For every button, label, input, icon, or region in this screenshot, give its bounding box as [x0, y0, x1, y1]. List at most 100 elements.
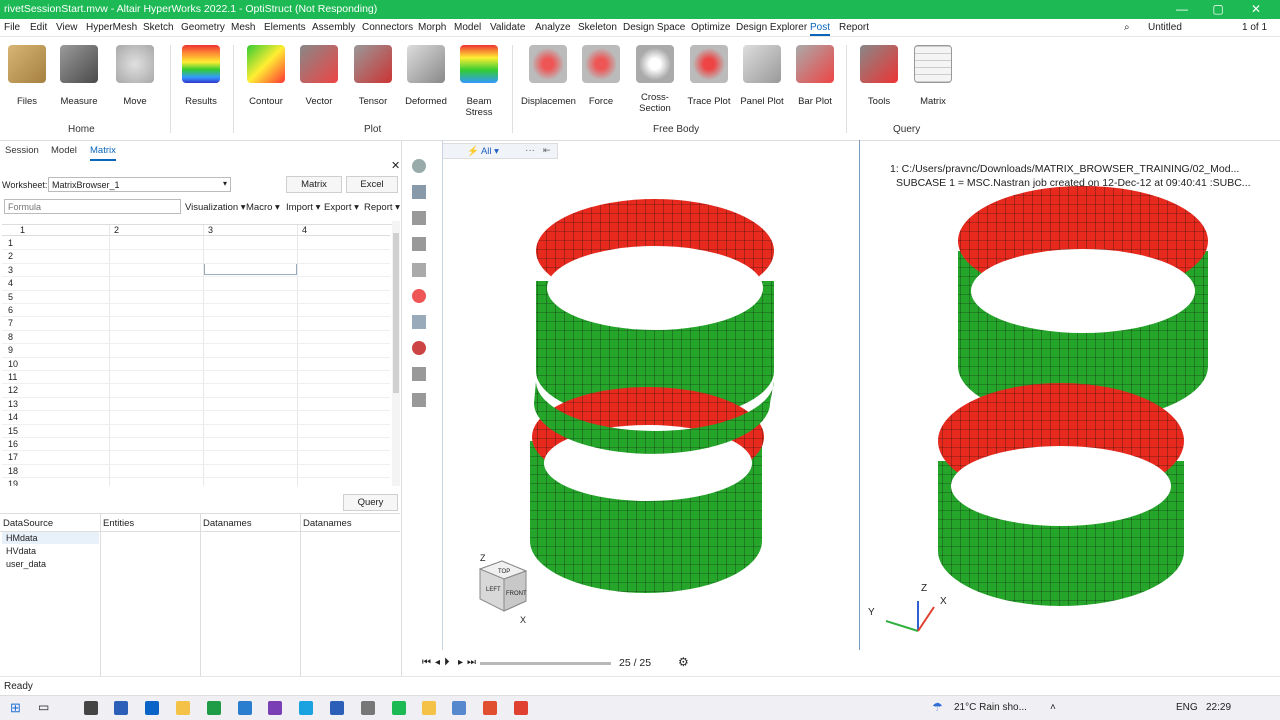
files-button[interactable]: Files: [0, 45, 54, 107]
menu-sketch[interactable]: Sketch: [143, 22, 174, 33]
matrix-button[interactable]: Matrix: [286, 176, 342, 193]
app-icon[interactable]: [483, 701, 497, 715]
menu-model[interactable]: Model: [454, 22, 481, 33]
table-row[interactable]: 7: [2, 317, 390, 331]
table-row[interactable]: 5: [2, 291, 390, 304]
panel-plot-button[interactable]: Panel Plot: [735, 45, 789, 107]
matrix-ribbon-button[interactable]: Matrix: [906, 45, 960, 107]
menu-validate[interactable]: Validate: [490, 22, 525, 33]
explorer-icon[interactable]: [176, 701, 190, 715]
app-icon[interactable]: [452, 701, 466, 715]
menu-morph[interactable]: Morph: [418, 22, 446, 33]
play-icon[interactable]: ⏵: [444, 656, 450, 669]
language-indicator[interactable]: ENG: [1176, 702, 1198, 713]
maximize-button[interactable]: ▢: [1200, 0, 1236, 19]
report-menu[interactable]: Report ▾: [364, 202, 400, 213]
weather-text[interactable]: 21°C Rain sho...: [954, 702, 1027, 713]
table-row[interactable]: 12: [2, 384, 390, 398]
table-row[interactable]: 19: [2, 478, 390, 486]
column-header[interactable]: 2: [114, 225, 119, 235]
column-header[interactable]: 1: [20, 225, 25, 235]
menu-geometry[interactable]: Geometry: [181, 22, 225, 33]
app-icon[interactable]: [361, 701, 375, 715]
group-free-body[interactable]: Free Body: [653, 124, 699, 135]
edge-icon[interactable]: [299, 701, 313, 715]
column-header[interactable]: 3: [208, 225, 213, 235]
app-icon[interactable]: [114, 701, 128, 715]
table-row[interactable]: 2: [2, 250, 390, 264]
search-icon[interactable]: ⌕: [1124, 22, 1130, 33]
table-row[interactable]: 8: [2, 331, 390, 345]
worksheet-select[interactable]: MatrixBrowser_1 ▾: [48, 177, 231, 192]
outlook-icon[interactable]: [145, 701, 159, 715]
windows-start-icon[interactable]: ⊞: [10, 700, 21, 716]
task-view-icon[interactable]: ▭: [38, 700, 49, 714]
menu-report[interactable]: Report: [839, 22, 869, 33]
beam-stress-button[interactable]: Beam Stress: [452, 45, 506, 118]
menu-file[interactable]: File: [4, 22, 20, 33]
table-row[interactable]: 16: [2, 438, 390, 452]
menu-connectors[interactable]: Connectors: [362, 22, 413, 33]
app-icon[interactable]: [514, 701, 528, 715]
tensor-button[interactable]: Tensor: [346, 45, 400, 107]
table-row[interactable]: 6: [2, 304, 390, 318]
graphics-viewport[interactable]: ⚡ All ▾ ··· ⇤ 1: C:/Users/pravnc/Downloa…: [402, 140, 1280, 676]
close-icon[interactable]: ✕: [391, 159, 400, 172]
vector-button[interactable]: Vector: [292, 45, 346, 107]
menu-elements[interactable]: Elements: [264, 22, 306, 33]
menu-assembly[interactable]: Assembly: [312, 22, 355, 33]
app-icon[interactable]: [392, 701, 406, 715]
prev-frame-icon[interactable]: ◂: [435, 657, 440, 668]
matrix-grid[interactable]: 1 2 3 4 1 2 3 4 5 6 7 8 9 10 11 12 13 14 15 16 17 18 19: [2, 224, 392, 486]
menu-hypermesh[interactable]: HyperMesh: [86, 22, 137, 33]
menu-skeleton[interactable]: Skeleton: [578, 22, 617, 33]
import-menu[interactable]: Import ▾: [286, 202, 320, 213]
table-row[interactable]: 11: [2, 371, 390, 385]
query-button[interactable]: Query: [343, 494, 398, 511]
table-row[interactable]: 4: [2, 277, 390, 291]
onenote-icon[interactable]: [268, 701, 282, 715]
frame-slider[interactable]: [480, 662, 611, 665]
close-button[interactable]: ✕: [1238, 0, 1274, 19]
move-button[interactable]: Move: [108, 45, 162, 107]
contour-button[interactable]: Contour: [239, 45, 293, 107]
excel-button[interactable]: Excel: [346, 176, 398, 193]
chevron-up-icon[interactable]: ˄: [1050, 702, 1056, 713]
table-row[interactable]: 3: [2, 264, 390, 278]
menu-optimize[interactable]: Optimize: [691, 22, 730, 33]
cross-section-button[interactable]: Cross- Section: [628, 45, 682, 114]
deformed-button[interactable]: Deformed: [399, 45, 453, 107]
session-selector[interactable]: Untitled: [1148, 22, 1182, 33]
displacement-button[interactable]: Displacemen: [521, 45, 576, 107]
app-icon[interactable]: [238, 701, 252, 715]
menu-analyze[interactable]: Analyze: [535, 22, 571, 33]
tools-button[interactable]: Tools: [852, 45, 906, 107]
table-row[interactable]: 14: [2, 411, 390, 425]
minimize-button[interactable]: —: [1164, 0, 1200, 19]
menu-view[interactable]: View: [56, 22, 78, 33]
menu-mesh[interactable]: Mesh: [231, 22, 255, 33]
formula-input[interactable]: [4, 199, 181, 214]
gear-icon[interactable]: ⚙: [678, 655, 689, 669]
trace-plot-button[interactable]: Trace Plot: [682, 45, 736, 107]
table-row[interactable]: 10: [2, 358, 390, 371]
datasource-hvdata[interactable]: HVdata: [6, 546, 36, 556]
app-icon[interactable]: [84, 701, 98, 715]
tab-session[interactable]: Session: [5, 145, 39, 156]
menu-edit[interactable]: Edit: [30, 22, 47, 33]
menu-design-explorer[interactable]: Design Explorer: [736, 22, 807, 33]
datasource-user-data[interactable]: user_data: [6, 559, 46, 569]
table-row[interactable]: 13: [2, 398, 390, 412]
model-view[interactable]: [402, 141, 1280, 651]
next-frame-icon[interactable]: ▸: [458, 657, 463, 668]
force-button[interactable]: Force: [574, 45, 628, 107]
visualization-menu[interactable]: Visualization ▾: [185, 202, 246, 213]
results-button[interactable]: Results: [174, 45, 228, 107]
bar-plot-button[interactable]: Bar Plot: [788, 45, 842, 107]
table-row[interactable]: 1: [2, 237, 390, 251]
table-row[interactable]: 9: [2, 344, 390, 358]
first-frame-icon[interactable]: ⏮: [422, 657, 431, 668]
measure-button[interactable]: Measure: [52, 45, 106, 107]
table-row[interactable]: 15: [2, 425, 390, 438]
export-menu[interactable]: Export ▾: [324, 202, 359, 213]
